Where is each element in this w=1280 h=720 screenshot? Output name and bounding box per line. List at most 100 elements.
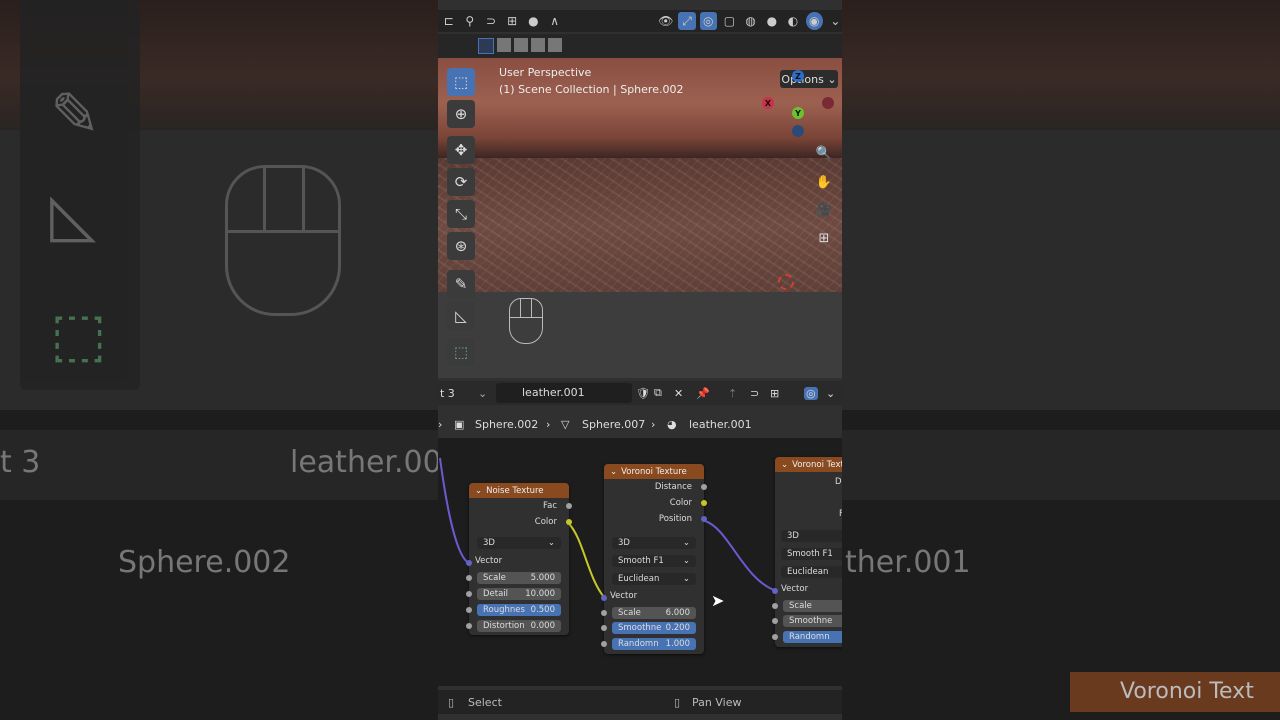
collapse-chevron-icon[interactable]: ⌄ [610,467,617,477]
socket-gray[interactable] [772,603,778,609]
socket-gray[interactable] [466,575,472,581]
duplicate-material-icon[interactable]: ⧉ [654,386,662,400]
measure-tool[interactable]: ◺ [447,302,475,330]
collapse-chevron-icon[interactable]: ⌄ [475,486,482,496]
solid-shading-icon[interactable]: ● [763,12,780,30]
field-scale[interactable]: Scale 6.000 [612,607,696,619]
socket-gray[interactable] [772,634,778,640]
material-name-field[interactable]: leather.001 [496,383,632,403]
field-distortion[interactable]: Distortion 0.000 [477,620,561,632]
node-header[interactable]: ⌄ Noise Texture [469,483,569,498]
voronoi-texture-node[interactable]: ⌄ Voronoi Texture Distance Color Position… [601,464,707,654]
socket-gray[interactable] [566,503,572,509]
socket-purple[interactable] [772,588,778,594]
field-roughness[interactable]: Roughnes 0.500 [477,604,561,616]
socket-purple[interactable] [466,560,472,566]
gizmo-neg-z-axis[interactable] [792,125,804,137]
node-overlay-menu-icon[interactable]: ⌄ [826,387,835,400]
overlay-toggle-icon[interactable]: ◎ [699,12,717,30]
falloff-icon[interactable]: ∧ [546,12,563,30]
breadcrumb-mesh[interactable]: Sphere.007 [582,418,645,431]
gizmo-toggle-icon[interactable]: ⤢ [678,12,696,30]
wireframe-shading-icon[interactable]: ◍ [742,12,759,30]
node-canvas[interactable]: ⌄ Noise Texture Fac Color 3D ⌄ Vector Scal… [438,438,842,686]
voronoi-texture-node-2[interactable]: ⌄ Voronoi Textu Di F 3D Smooth F1 Euclide… [772,457,842,647]
socket-gray[interactable] [772,618,778,624]
cursor-tool[interactable]: ⊕ [447,100,475,128]
socket-gray[interactable] [466,607,472,613]
metric-dropdown[interactable]: Euclidean [781,566,842,578]
slot-selector[interactable]: t 3 [440,387,455,400]
material-shading-icon[interactable]: ◐ [784,12,801,30]
select-mode-intersect-icon[interactable] [548,38,562,52]
node-header[interactable]: ⌄ Voronoi Textu [775,457,842,472]
field-randomness[interactable]: Randomn1 [783,631,842,643]
snap-icon[interactable]: ⊃ [482,12,499,30]
dimension-dropdown[interactable]: 3D ⌄ [612,537,696,549]
breadcrumb-material[interactable]: leather.001 [689,418,752,431]
3d-viewport[interactable]: User Perspective (1) Scene Collection | … [438,34,842,378]
visibility-icon[interactable]: 👁 [657,12,674,30]
socket-gray[interactable] [601,641,607,647]
snap-target-icon[interactable]: ⊞ [504,12,521,30]
socket-gray[interactable] [601,625,607,631]
gizmo-neg-x-axis[interactable] [822,97,834,109]
rendered-shading-icon[interactable]: ◉ [805,12,823,30]
selectability-icon[interactable]: ⊏ [440,12,457,30]
select-box-tool[interactable]: ⬚ [447,68,475,96]
field-scale[interactable]: Scale 5.000 [477,572,561,584]
node-header[interactable]: ⌄ Voronoi Texture [604,464,704,479]
collapse-chevron-icon[interactable]: ⌄ [781,460,788,470]
node-overlay-icon[interactable]: ◎ [804,386,818,400]
shading-menu-icon[interactable]: ⌄ [827,12,842,30]
field-randomness[interactable]: Randomn 1.000 [612,638,696,650]
dimension-dropdown[interactable]: 3D ⌄ [477,537,561,549]
node-snap-target-icon[interactable]: ⊞ [770,387,779,400]
xray-icon[interactable]: ▢ [721,12,738,30]
breadcrumb-object[interactable]: Sphere.002 [475,418,538,431]
feature-dropdown[interactable]: Smooth F1 ⌄ [612,555,696,567]
field-smoothness[interactable]: Smoothne0 [783,615,842,627]
options-button[interactable]: Options ⌄ [780,70,838,88]
socket-purple[interactable] [701,516,707,522]
socket-gray[interactable] [466,623,472,629]
unlink-material-icon[interactable]: ✕ [674,387,683,400]
select-mode-subtract-icon[interactable] [514,38,528,52]
field-scale[interactable]: Scale6 [783,600,842,612]
socket-gray[interactable] [466,591,472,597]
rotate-tool[interactable]: ⟳ [447,168,475,196]
socket-purple[interactable] [601,595,607,601]
dimension-dropdown[interactable]: 3D [781,530,842,542]
gizmo-y-axis[interactable]: Y [792,107,804,119]
scale-tool[interactable]: ⤡ [447,200,475,228]
ortho-grid-icon[interactable]: ⊞ [814,228,834,248]
socket-gray[interactable] [701,484,707,490]
socket-yellow[interactable] [701,500,707,506]
zoom-icon[interactable]: 🔍 [814,143,834,163]
gizmo-x-axis[interactable]: X [762,97,774,109]
gizmo-z-axis[interactable]: Z [792,70,804,82]
transform-tool[interactable]: ⊛ [447,232,475,260]
annotate-tool[interactable]: ✎ [447,270,475,298]
pin-icon[interactable]: 📌 [696,387,710,400]
link-icon[interactable]: ⚲ [461,12,478,30]
metric-dropdown[interactable]: Euclidean ⌄ [612,573,696,585]
noise-texture-node[interactable]: ⌄ Noise Texture Fac Color 3D ⌄ Vector Scal… [466,483,572,635]
node-snap-icon[interactable]: ⊃ [750,387,759,400]
select-mode-set-icon[interactable] [478,38,494,54]
move-tool[interactable]: ✥ [447,136,475,164]
parent-node-tree-icon[interactable]: ⇡ [728,387,737,400]
camera-icon[interactable]: 🎥 [814,200,834,220]
feature-dropdown[interactable]: Smooth F1 [781,548,842,560]
fake-user-icon[interactable]: 🛡 [636,387,650,400]
proportional-icon[interactable]: ● [525,12,542,30]
field-smoothness[interactable]: Smoothne 0.200 [612,622,696,634]
select-mode-extend-icon[interactable] [497,38,511,52]
pan-hand-icon[interactable]: ✋ [814,172,834,192]
field-detail[interactable]: Detail 10.000 [477,588,561,600]
add-cube-tool[interactable]: ⬚ [447,338,475,366]
select-mode-invert-icon[interactable] [531,38,545,52]
slot-chevron-icon[interactable]: ⌄ [478,387,487,400]
socket-yellow[interactable] [566,519,572,525]
socket-gray[interactable] [601,610,607,616]
